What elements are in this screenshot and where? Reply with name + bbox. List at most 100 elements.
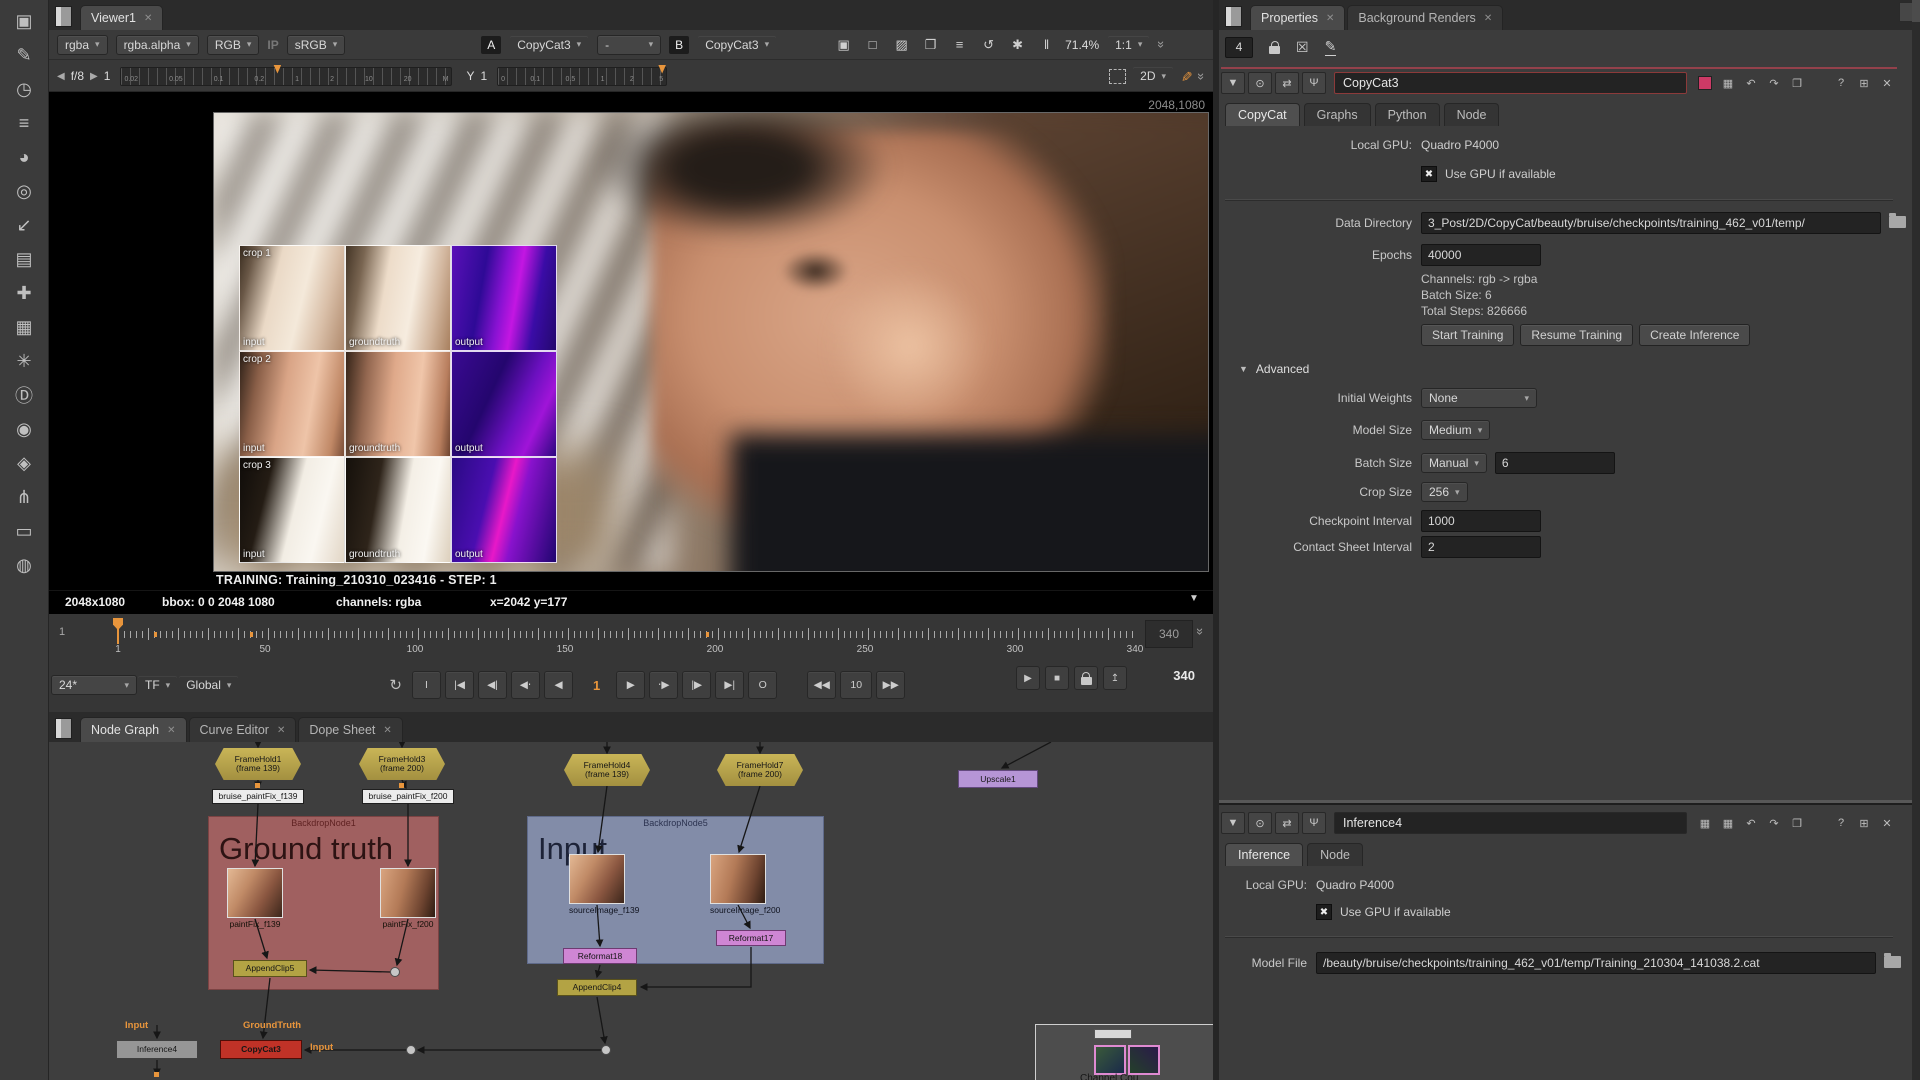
playhead[interactable] [113,618,123,644]
next-icon[interactable]: ▶ [90,71,98,82]
gamma-slider[interactable]: 0 0.1 0.5 1 2 5 [497,64,668,86]
prev-icon[interactable]: ◀ [57,71,65,82]
node-upscale1[interactable]: Upscale1 [958,770,1038,788]
center-node-icon[interactable]: ⊙ [1248,72,1272,94]
help-icon[interactable]: ? [1831,814,1851,832]
view-mode-dropdown[interactable]: 2D ▾ [1132,66,1174,86]
tab-dope-sheet[interactable]: Dope Sheet ✕ [298,717,403,742]
fps-dropdown[interactable]: 24* ▾ [51,675,137,695]
node-paintfix-f139[interactable]: paintFix_f139 [227,868,283,929]
stack-mode-icon[interactable]: ≡ [949,37,970,52]
node-sourceimage-f139[interactable]: sourceImage_f139 [569,854,639,915]
tab-properties[interactable]: Properties ✕ [1250,5,1346,30]
frame-out-button[interactable]: O [748,671,778,699]
node-tree-icon[interactable]: Ψ [1302,812,1326,834]
image-read-icon[interactable]: ▣ [6,8,42,34]
start-training-button[interactable]: Start Training [1421,324,1515,346]
viewer-canvas[interactable]: 2048,1080 crop 1 input groundtruth outpu… [49,92,1213,590]
input-process-toggle[interactable]: IP [267,38,278,52]
undo-icon[interactable]: ↶ [1741,814,1761,832]
end-frame-value[interactable]: 340 [1173,668,1195,683]
node-framehold7[interactable]: FrameHold7 (frame 200) [717,754,803,786]
node-bruise-paintfix-f200[interactable]: bruise_paintFix_f200 [362,789,454,804]
set-in-button[interactable]: I [412,671,441,699]
close-icon[interactable]: ✕ [167,725,175,736]
gain-slider[interactable]: 0.02 0.05 0.1 0.2 1 2 10 20 M [120,64,453,86]
redo-icon[interactable]: ↷ [1764,814,1784,832]
copy-panel-icon[interactable]: ❐ [1787,814,1807,832]
gamma-slider-handle[interactable] [658,64,667,74]
channels-grid-icon[interactable]: ▦ [1695,814,1715,832]
collapse-toolbar-icon[interactable]: » [1194,72,1209,79]
help-icon[interactable]: ? [1831,74,1851,92]
batch-size-field[interactable]: 6 [1494,452,1615,474]
b-buffer-node-dropdown[interactable]: CopyCat3 ▾ [697,35,777,55]
checkpoint-interval-field[interactable]: 1000 [1421,510,1541,532]
gamma-value[interactable]: 1 [480,69,487,83]
proxy-ratio-dropdown[interactable]: 1:1 ▾ [1107,35,1150,55]
lock-icon[interactable] [1269,41,1280,54]
channels-dropdown[interactable]: rgba ▾ [57,34,108,55]
node-framehold3[interactable]: FrameHold3 (frame 200) [359,748,445,780]
nodegraph-canvas[interactable]: BackdropNode1 Ground truth BackdropNode5… [49,742,1213,1080]
node-dot[interactable] [601,1045,611,1055]
node-paintfix-f200[interactable]: paintFix_f200 [380,868,436,929]
initial-weights-dropdown[interactable]: None ▾ [1421,388,1537,408]
float-panel-icon[interactable]: ⊞ [1854,74,1874,92]
skip-back-button[interactable]: ◀◀ [807,671,837,699]
tf-dropdown[interactable]: TF ▾ [137,675,178,695]
color-icon[interactable]: ◕ [6,144,42,170]
node-reformat18[interactable]: Reformat18 [563,948,637,964]
collapse-timeline-icon[interactable]: » [1193,628,1208,635]
viewer-lut-dropdown[interactable]: sRGB ▾ [286,34,346,55]
play-forward-button[interactable]: ▶ [616,671,646,699]
lock-range-icon[interactable] [1074,666,1098,690]
channels-grid-icon[interactable]: ▦ [1718,814,1738,832]
collapse-icon[interactable]: ▼ [1221,72,1245,94]
3d-icon[interactable]: ▦ [6,314,42,340]
use-gpu-checkbox[interactable]: ✖ [1421,166,1437,182]
node-sourceimage-f200[interactable]: sourceImage_f200 [710,854,780,915]
node-appendclip5[interactable]: AppendClip5 [233,960,307,977]
node-dot[interactable] [406,1045,416,1055]
node-bruise-paintfix-f139[interactable]: bruise_paintFix_f139 [212,789,304,804]
metadata-icon[interactable]: ◈ [6,450,42,476]
model-size-dropdown[interactable]: Medium ▾ [1421,420,1491,440]
create-inference-button[interactable]: Create Inference [1639,324,1751,346]
io-icon[interactable]: ⇄ [1275,72,1299,94]
compare-icon[interactable]: ❐ [920,37,941,53]
node-tree-icon[interactable]: Ψ [1302,72,1326,94]
views-icon[interactable]: ◉ [6,416,42,442]
a-buffer-node-dropdown[interactable]: CopyCat3 ▾ [509,35,589,55]
advanced-collapse-icon[interactable]: ▼ [1239,364,1248,374]
zoom-level[interactable]: 71.4% [1065,38,1099,52]
keyer-icon[interactable]: ↙ [6,212,42,238]
folder-icon[interactable] [1884,952,1901,971]
pane-menu-icon[interactable] [1225,6,1242,27]
node-copycat3[interactable]: CopyCat3 [220,1040,302,1059]
pane-menu-icon[interactable] [55,718,72,739]
channels-grid-icon[interactable]: ▦ [1718,74,1738,92]
close-icon[interactable]: ✕ [144,13,152,24]
max-panels-field[interactable]: 4 [1225,36,1253,58]
wipe-icon[interactable]: ▨ [891,37,912,53]
next-increment-button[interactable]: ⋅▶ [649,671,679,699]
section-divider[interactable] [1219,800,1912,805]
close-icon[interactable]: ✕ [383,725,391,736]
gain-value[interactable]: 1 [104,69,111,83]
roi-icon[interactable] [1109,68,1127,84]
other-tools-icon[interactable]: ⋔ [6,484,42,510]
frame-increment-field[interactable]: 10 [840,671,873,699]
plugins-icon[interactable]: ◍ [6,552,42,578]
tab-viewer1[interactable]: Viewer1 ✕ [80,5,164,30]
loop-mode-icon[interactable]: ↻ [389,676,402,694]
tab-graphs[interactable]: Graphs [1303,103,1371,126]
frame-counter[interactable]: 1 [593,678,600,693]
close-panel-icon[interactable]: ✕ [1877,814,1897,832]
color-swatch-icon[interactable] [1695,74,1715,92]
skip-forward-button[interactable]: ▶▶ [876,671,906,699]
clear-panels-icon[interactable]: ☒ [1296,39,1309,56]
close-icon[interactable]: ✕ [277,725,285,736]
timeline-ruler[interactable]: 1 1 50 100 150 200 250 300 340 340 » [49,616,1213,662]
float-panel-icon[interactable]: ⊞ [1854,814,1874,832]
